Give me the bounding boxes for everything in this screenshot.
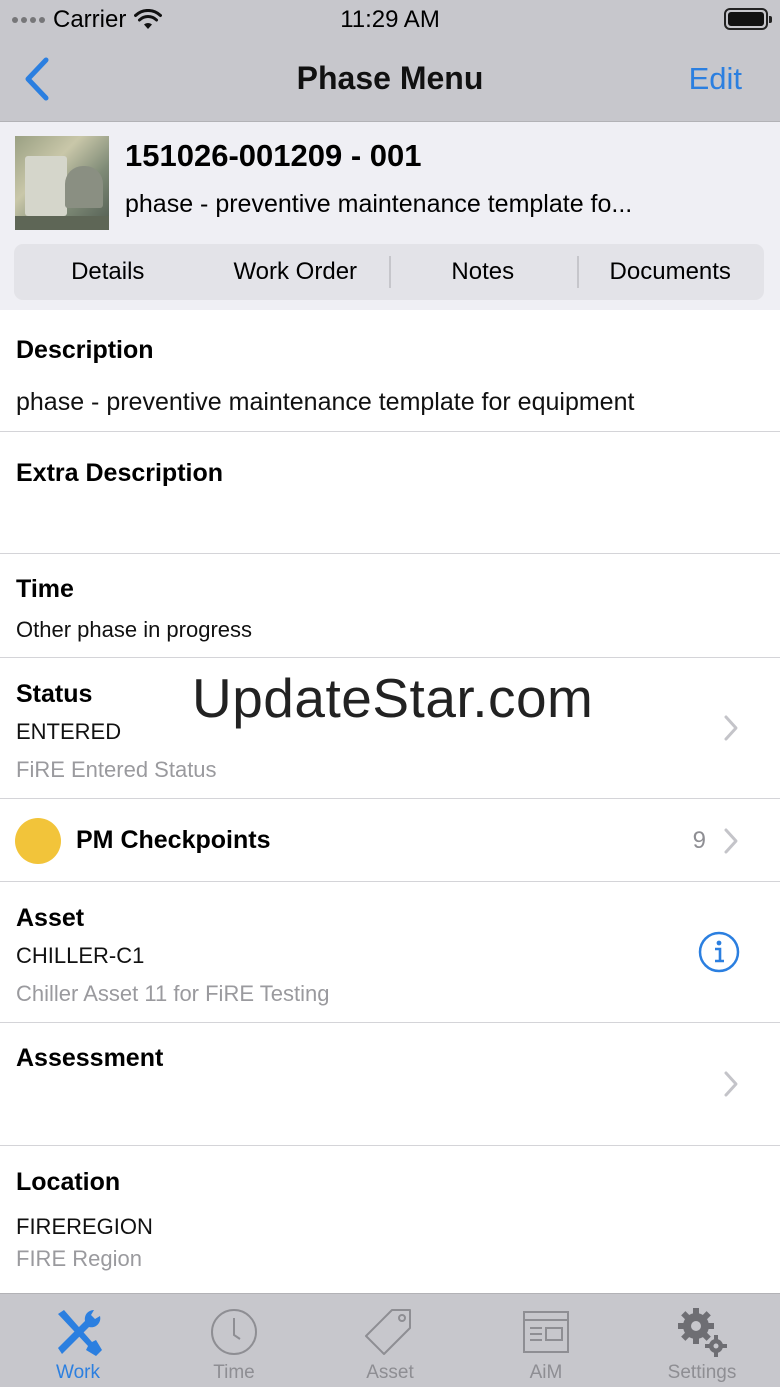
- location-description: FIRE Region: [16, 1246, 142, 1271]
- assessment-row[interactable]: Assessment: [0, 1023, 780, 1146]
- assessment-label: Assessment: [16, 1044, 164, 1072]
- navigation-bar: Phase Menu Edit: [0, 40, 780, 122]
- tab-asset[interactable]: Asset: [312, 1294, 468, 1387]
- page-title: Phase Menu: [296, 60, 484, 96]
- info-icon[interactable]: [698, 931, 740, 973]
- status-indicator-dot: [15, 818, 61, 864]
- pm-checkpoints-label: PM Checkpoints: [76, 826, 271, 854]
- asset-thumbnail: [15, 136, 109, 230]
- segmented-control: Details Work Order Notes Documents: [14, 244, 764, 300]
- tab-asset-label: Asset: [366, 1362, 414, 1383]
- time-value: Other phase in progress: [16, 617, 253, 642]
- time-label: Time: [16, 575, 74, 603]
- tab-aim[interactable]: AiM: [468, 1294, 624, 1387]
- tab-documents[interactable]: Documents: [576, 244, 765, 300]
- description-row: Description phase - preventive maintenan…: [0, 310, 780, 432]
- location-value: FIREREGION: [16, 1214, 153, 1239]
- chevron-right-icon: [724, 715, 738, 741]
- asset-row: Asset CHILLER-C1 Chiller Asset 11 for Fi…: [0, 882, 780, 1023]
- tab-notes[interactable]: Notes: [389, 244, 577, 300]
- tab-work-label: Work: [56, 1362, 100, 1383]
- asset-label: Asset: [16, 904, 85, 932]
- clock-icon: [211, 1309, 257, 1355]
- tab-work-order[interactable]: Work Order: [202, 244, 390, 300]
- description-label: Description: [16, 336, 154, 364]
- work-order-description: phase - preventive maintenance template …: [125, 190, 633, 218]
- tab-bar: Work Time Asset AiM Settings: [0, 1293, 780, 1387]
- tab-time[interactable]: Time: [156, 1294, 312, 1387]
- description-value: phase - preventive maintenance template …: [16, 388, 635, 416]
- pm-checkpoints-count: 9: [692, 827, 706, 854]
- browser-window-icon: [523, 1311, 569, 1353]
- work-order-header: 151026-001209 - 001 phase - preventive m…: [0, 122, 780, 310]
- location-row: Location FIREREGION FIRE Region: [0, 1146, 780, 1293]
- pm-checkpoints-row[interactable]: PM Checkpoints 9: [0, 799, 780, 882]
- status-label: Status: [16, 680, 93, 708]
- gear-icon: [678, 1308, 727, 1357]
- asset-description: Chiller Asset 11 for FiRE Testing: [16, 981, 330, 1006]
- tab-details[interactable]: Details: [14, 244, 202, 300]
- status-bar: Carrier 11:29 AM: [0, 0, 780, 40]
- tag-icon: [365, 1309, 411, 1355]
- status-row[interactable]: Status ENTERED FiRE Entered Status: [0, 658, 780, 799]
- edit-button[interactable]: Edit: [689, 61, 742, 97]
- extra-description-row: Extra Description: [0, 432, 780, 554]
- tools-icon: [58, 1309, 102, 1356]
- time-row: Time Other phase in progress: [0, 554, 780, 658]
- chevron-right-icon: [724, 1071, 738, 1097]
- extra-description-label: Extra Description: [16, 459, 224, 487]
- asset-value: CHILLER-C1: [16, 943, 145, 968]
- tab-work[interactable]: Work: [0, 1294, 156, 1387]
- chevron-right-icon: [724, 828, 738, 854]
- tab-settings[interactable]: Settings: [624, 1294, 780, 1387]
- status-description: FiRE Entered Status: [16, 757, 217, 782]
- battery-icon: [724, 8, 772, 30]
- location-label: Location: [16, 1168, 121, 1196]
- tab-settings-label: Settings: [667, 1362, 737, 1383]
- status-time: 11:29 AM: [340, 6, 440, 33]
- tab-time-label: Time: [213, 1362, 255, 1383]
- work-order-number: 151026-001209 - 001: [125, 138, 422, 173]
- status-value: ENTERED: [16, 719, 122, 744]
- tab-aim-label: AiM: [529, 1362, 563, 1383]
